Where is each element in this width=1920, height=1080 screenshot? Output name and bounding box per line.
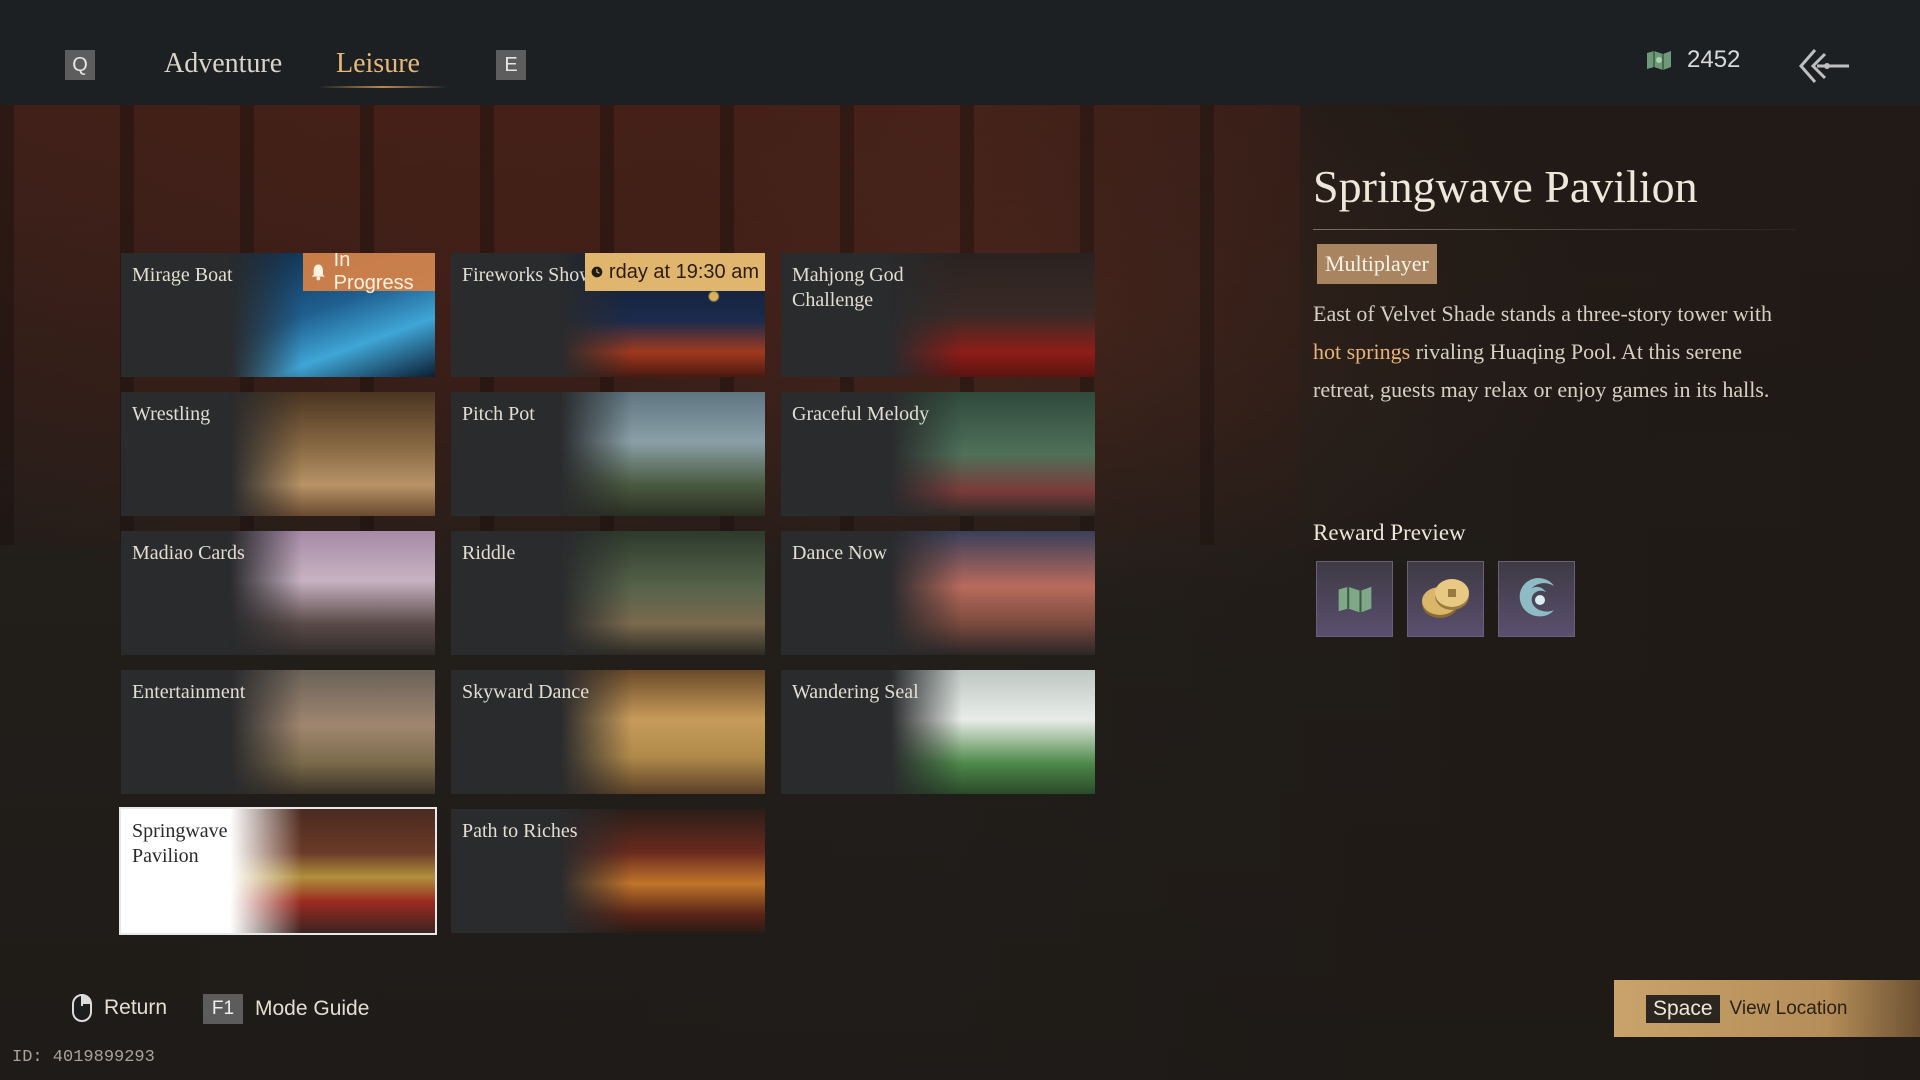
bell-icon <box>311 264 325 281</box>
activity-card[interactable]: Graceful Melody <box>781 392 1095 516</box>
activity-card[interactable]: Riddle <box>451 531 765 655</box>
activity-card-label: Pitch Pot <box>462 403 535 425</box>
tab-leisure[interactable]: Leisure <box>336 48 420 80</box>
map-icon <box>1338 586 1371 613</box>
activity-card-label: Entertainment <box>132 681 246 703</box>
f1-key: F1 <box>203 994 243 1024</box>
currency-display: 2452 <box>1645 46 1740 74</box>
activity-card[interactable]: Wandering Seal <box>781 670 1095 794</box>
badge-text: In Progress <box>333 253 414 294</box>
activity-card[interactable]: Entertainment <box>121 670 435 794</box>
schedule-badge: rday at 19:30 am <box>585 253 765 291</box>
activity-card[interactable]: Skyward Dance <box>451 670 765 794</box>
coins-icon <box>1421 579 1469 618</box>
activity-card-label: Graceful Melody <box>792 403 930 425</box>
activity-card-label: Mahjong God Challenge <box>792 264 904 311</box>
reward-slot-1[interactable] <box>1316 561 1393 637</box>
swirl-token-icon <box>1519 578 1554 617</box>
activity-card-label: Madiao Cards <box>132 542 245 564</box>
active-tab-underline <box>318 86 448 88</box>
activity-card-label: Skyward Dance <box>462 681 590 703</box>
top-bar: Q Adventure Leisure E 2452 <box>0 0 1920 105</box>
activity-card[interactable]: Dance Now <box>781 531 1095 655</box>
badge-text: rday at 19:30 am <box>608 260 759 283</box>
activity-card[interactable]: Fireworks Show rday at 19:30 am <box>451 253 765 377</box>
next-tab-key[interactable]: E <box>496 50 526 80</box>
tab-adventure[interactable]: Adventure <box>164 48 282 80</box>
detail-description: East of Velvet Shade stands a three-stor… <box>1313 295 1793 409</box>
activity-card-label: Dance Now <box>792 542 887 564</box>
activity-card-label: Wrestling <box>132 403 211 425</box>
activity-card[interactable]: Wrestling <box>121 392 435 516</box>
mouse-icon <box>72 994 92 1022</box>
space-key: Space <box>1646 994 1720 1023</box>
back-arrow-icon[interactable] <box>1795 44 1853 88</box>
activity-card[interactable]: Springwave Pavilion <box>119 807 437 935</box>
in-progress-badge: In Progress <box>303 253 435 294</box>
activity-card-label: Wandering Seal <box>792 681 919 703</box>
activity-card-label: Springwave Pavilion <box>132 820 228 867</box>
return-label: Return <box>104 996 168 1019</box>
activity-card[interactable]: Mirage Boat In Progress <box>121 253 435 377</box>
desc-highlight: hot springs <box>1313 339 1411 364</box>
activity-card[interactable]: Madiao Cards <box>121 531 435 655</box>
view-location-label: View Location <box>1729 997 1848 1019</box>
desc-text-1: East of Velvet Shade stands a three-stor… <box>1313 301 1773 326</box>
prev-tab-key[interactable]: Q <box>65 50 95 80</box>
reward-slot-3[interactable] <box>1498 561 1575 637</box>
activity-card-label: Path to Riches <box>462 820 578 842</box>
activity-card-label: Mirage Boat <box>132 264 233 286</box>
return-hint[interactable]: Return <box>72 994 167 1022</box>
detail-title: Springwave Pavilion <box>1313 161 1698 212</box>
reward-preview-title: Reward Preview <box>1313 520 1466 545</box>
activity-card[interactable]: Path to Riches <box>451 809 765 933</box>
player-id: ID: 4019899293 <box>12 1048 155 1067</box>
clock-icon <box>591 266 603 278</box>
map-icon <box>1647 51 1671 70</box>
mode-guide-hint[interactable]: F1 Mode Guide <box>203 994 369 1024</box>
mode-tag: Multiplayer <box>1317 244 1437 284</box>
view-location-button[interactable]: Space View Location <box>1614 980 1920 1037</box>
mode-guide-label: Mode Guide <box>255 997 370 1020</box>
currency-value: 2452 <box>1687 46 1741 73</box>
reward-slot-2[interactable] <box>1407 561 1484 637</box>
activity-card[interactable]: Mahjong God Challenge <box>781 253 1095 377</box>
activity-card-label: Riddle <box>462 542 516 564</box>
title-divider <box>1313 229 1797 230</box>
activity-card[interactable]: Pitch Pot <box>451 392 765 516</box>
